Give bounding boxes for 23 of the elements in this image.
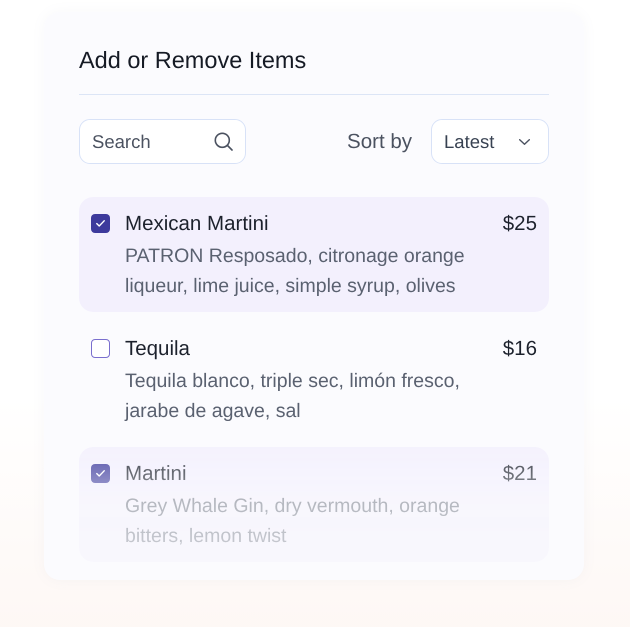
item-price: $16 (502, 336, 537, 362)
item-name: Tequila (125, 336, 190, 362)
item-description: Grey Whale Gin, dry vermouth, orange bitters, lemon twist (125, 494, 461, 549)
sort-label: Sort by (347, 130, 412, 154)
item-description: Tequila blanco, triple sec, limón fresco, jarabe de agave, sal (125, 369, 461, 424)
checkbox[interactable] (91, 339, 110, 358)
item-name: Mexican Martini (125, 211, 269, 237)
check-icon (96, 220, 105, 227)
chevron-down-icon (519, 138, 530, 144)
search-field[interactable]: Search (79, 119, 246, 164)
menu-item-row[interactable]: Mexican Martini $25 PATRON Resposado, citronage orange liqueur, lime juice, simple syrup, olives (79, 197, 549, 312)
sort-dropdown[interactable]: Latest (431, 119, 549, 164)
menu-item-row[interactable]: Tequila $16 Tequila blanco, triple sec, limón fresco, jarabe de agave, sal (79, 322, 549, 437)
checkbox[interactable] (91, 464, 110, 483)
panel-title: Add or Remove Items (79, 46, 308, 74)
menu-item-row[interactable]: Martini $21 Grey Whale Gin, dry vermouth, orange bitters, lemon twist (79, 447, 549, 562)
item-price: $21 (502, 461, 537, 487)
item-price: $25 (502, 211, 537, 237)
search-icon (214, 132, 233, 151)
checkbox[interactable] (91, 214, 110, 233)
item-name: Martini (125, 461, 187, 487)
check-icon (96, 470, 105, 477)
item-description: PATRON Resposado, citronage orange liqueur, lime juice, simple syrup, olives (125, 244, 466, 299)
